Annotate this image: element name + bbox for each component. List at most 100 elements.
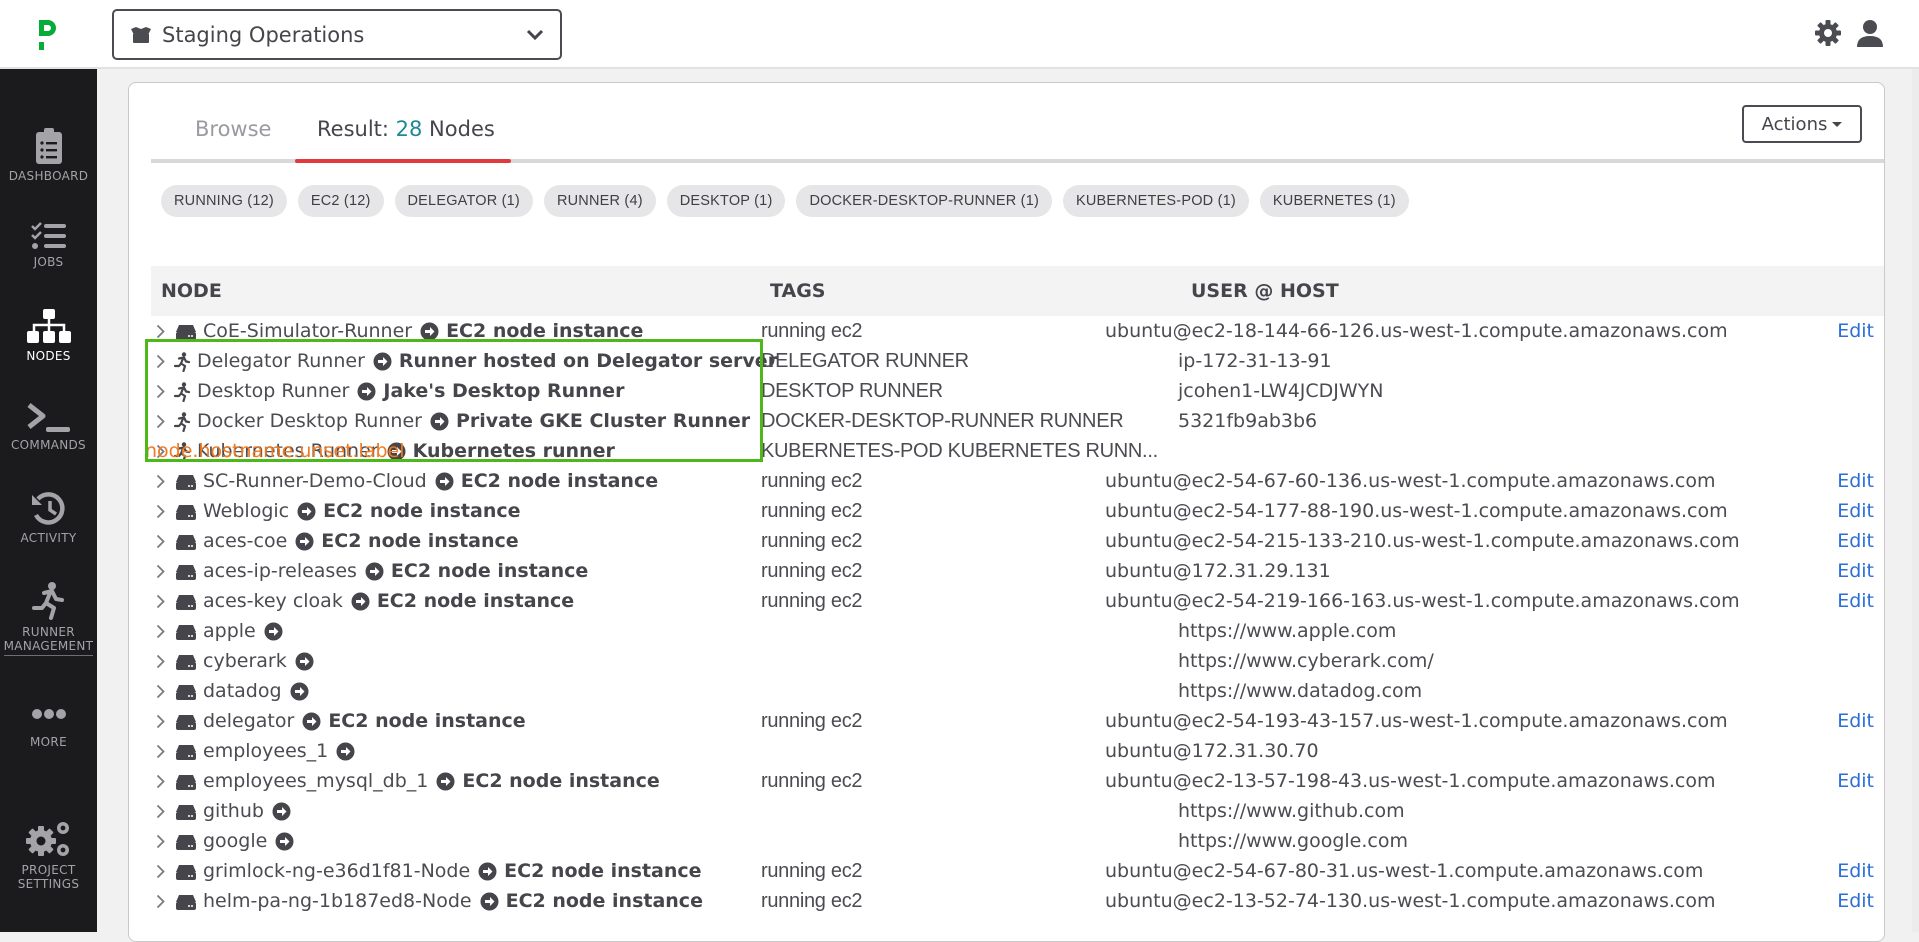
tab-result[interactable]: Result: 28 Nodes <box>317 117 495 141</box>
chevron-right-icon[interactable] <box>156 534 165 549</box>
sidebar-item-nodes[interactable]: NODES <box>0 309 97 363</box>
chevron-right-icon[interactable] <box>156 744 165 759</box>
sidebar-item-more[interactable]: MORE <box>0 707 97 749</box>
arrow-circle-right-icon[interactable] <box>420 322 439 341</box>
tag-filter-pill[interactable]: RUNNER (4) <box>543 185 656 217</box>
tag-filter-pill[interactable]: DOCKER-DESKTOP-RUNNER (1) <box>796 185 1052 217</box>
edit-link[interactable]: Edit <box>1837 890 1874 912</box>
tag-filter-pill[interactable]: KUBERNETES-POD (1) <box>1063 185 1249 217</box>
table-row[interactable]: aces-key cloak EC2 node instance running e… <box>145 587 1886 617</box>
arrow-circle-right-icon[interactable] <box>357 382 376 401</box>
table-row[interactable]: Docker Desktop Runner Private GKE Cluster… <box>145 407 1886 437</box>
arrow-circle-right-icon[interactable] <box>297 502 316 521</box>
node-name[interactable]: Docker Desktop Runner <box>197 410 422 432</box>
table-row[interactable]: cyberark https://www.cyberark.com/ <box>145 647 1886 677</box>
sidebar-item-runner-management[interactable]: RUNNER MANAGEMENT <box>0 581 97 656</box>
chevron-right-icon[interactable] <box>156 354 165 369</box>
node-name[interactable]: github <box>203 800 264 822</box>
arrow-circle-right-icon[interactable] <box>295 532 314 551</box>
chevron-right-icon[interactable] <box>156 594 165 609</box>
node-tags[interactable]: running ec2 <box>761 590 862 613</box>
tag-filter-pill[interactable]: EC2 (12) <box>297 185 384 217</box>
chevron-right-icon[interactable] <box>156 564 165 579</box>
node-name[interactable]: google <box>203 830 267 852</box>
sidebar-item-dashboard[interactable]: DASHBOARD <box>0 127 97 183</box>
table-row[interactable]: employees_1 ubuntu@172.31.30.70 <box>145 737 1886 767</box>
arrow-circle-right-icon[interactable] <box>302 712 321 731</box>
node-name[interactable]: Delegator Runner <box>197 350 365 372</box>
arrow-circle-right-icon[interactable] <box>373 352 392 371</box>
node-tags[interactable]: running ec2 <box>761 710 862 733</box>
arrow-circle-right-icon[interactable] <box>435 472 454 491</box>
actions-button[interactable]: Actions <box>1742 105 1862 143</box>
table-row[interactable]: aces-coe EC2 node instance running ec2 ubun… <box>145 527 1886 557</box>
edit-link[interactable]: Edit <box>1837 590 1874 612</box>
tag-filter-pill[interactable]: DELEGATOR (1) <box>394 185 533 217</box>
project-select[interactable]: Staging Operations <box>112 9 562 60</box>
node-name[interactable]: grimlock-ng-e36d1f81-Node <box>203 860 470 882</box>
edit-link[interactable]: Edit <box>1837 770 1874 792</box>
node-name[interactable]: aces-coe <box>203 530 287 552</box>
node-name[interactable]: apple <box>203 620 256 642</box>
table-row[interactable]: Kubernetes Runner Kubernetes runner KUBERN… <box>145 437 1886 467</box>
edit-link[interactable]: Edit <box>1837 530 1874 552</box>
pagerduty-logo[interactable] <box>36 18 60 52</box>
edit-link[interactable]: Edit <box>1837 860 1874 882</box>
chevron-right-icon[interactable] <box>156 864 165 879</box>
node-name[interactable]: helm-pa-ng-1b187ed8-Node <box>203 890 472 912</box>
node-name[interactable]: SC-Runner-Demo-Cloud <box>203 470 427 492</box>
chevron-right-icon[interactable] <box>156 324 165 339</box>
arrow-circle-right-icon[interactable] <box>365 562 384 581</box>
sidebar-item-commands[interactable]: COMMANDS <box>0 402 97 452</box>
sidebar-item-project-settings[interactable]: PROJECT SETTINGS <box>0 819 97 891</box>
tab-browse[interactable]: Browse <box>195 117 271 141</box>
node-tags[interactable]: DOCKER-DESKTOP-RUNNER RUNNER <box>761 410 1123 433</box>
tag-filter-pill[interactable]: DESKTOP (1) <box>666 185 786 217</box>
table-row[interactable]: helm-pa-ng-1b187ed8-Node EC2 node instanc… <box>145 887 1886 917</box>
node-tags[interactable]: DESKTOP RUNNER <box>761 380 943 403</box>
node-name[interactable]: CoE-Simulator-Runner <box>203 320 412 342</box>
node-tags[interactable]: running ec2 <box>761 890 862 913</box>
table-row[interactable]: delegator EC2 node instance running ec2 ubu… <box>145 707 1886 737</box>
sidebar-item-jobs[interactable]: JOBS <box>0 221 97 269</box>
chevron-right-icon[interactable] <box>156 504 165 519</box>
edit-link[interactable]: Edit <box>1837 500 1874 522</box>
arrow-circle-right-icon[interactable] <box>351 592 370 611</box>
arrow-circle-right-icon[interactable] <box>290 682 309 701</box>
table-row[interactable]: github https://www.github.com <box>145 797 1886 827</box>
node-tags[interactable]: running ec2 <box>761 560 862 583</box>
node-tags[interactable]: running ec2 <box>761 320 862 343</box>
chevron-right-icon[interactable] <box>156 774 165 789</box>
chevron-right-icon[interactable] <box>156 804 165 819</box>
node-name[interactable]: delegator <box>203 710 294 732</box>
arrow-circle-right-icon[interactable] <box>295 652 314 671</box>
edit-link[interactable]: Edit <box>1837 560 1874 582</box>
node-tags[interactable]: running ec2 <box>761 530 862 553</box>
arrow-circle-right-icon[interactable] <box>264 622 283 641</box>
tag-filter-pill[interactable]: RUNNING (12) <box>161 185 287 217</box>
arrow-circle-right-icon[interactable] <box>272 802 291 821</box>
table-row[interactable]: CoE-Simulator-Runner EC2 node instance run… <box>145 317 1886 347</box>
arrow-circle-right-icon[interactable] <box>478 862 497 881</box>
edit-link[interactable]: Edit <box>1837 320 1874 342</box>
table-row[interactable]: apple https://www.apple.com <box>145 617 1886 647</box>
table-row[interactable]: grimlock-ng-e36d1f81-Node EC2 node instan… <box>145 857 1886 887</box>
node-name[interactable]: aces-ip-releases <box>203 560 357 582</box>
chevron-right-icon[interactable] <box>156 714 165 729</box>
node-tags[interactable]: running ec2 <box>761 860 862 883</box>
table-row[interactable]: SC-Runner-Demo-Cloud EC2 node instance run… <box>145 467 1886 497</box>
node-tags[interactable]: DELEGATOR RUNNER <box>761 350 969 373</box>
table-row[interactable]: google https://www.google.com <box>145 827 1886 857</box>
chevron-right-icon[interactable] <box>156 834 165 849</box>
sidebar-item-activity[interactable]: ACTIVITY <box>0 491 97 545</box>
node-tags[interactable]: running ec2 <box>761 770 862 793</box>
chevron-right-icon[interactable] <box>156 384 165 399</box>
table-row[interactable]: datadog https://www.datadog.com <box>145 677 1886 707</box>
table-row[interactable]: Desktop Runner Jake's Desktop Runner DESKT… <box>145 377 1886 407</box>
arrow-circle-right-icon[interactable] <box>336 742 355 761</box>
arrow-circle-right-icon[interactable] <box>436 772 455 791</box>
arrow-circle-right-icon[interactable] <box>480 892 499 911</box>
node-name[interactable]: datadog <box>203 680 282 702</box>
node-name[interactable]: employees_1 <box>203 740 328 762</box>
chevron-right-icon[interactable] <box>156 654 165 669</box>
